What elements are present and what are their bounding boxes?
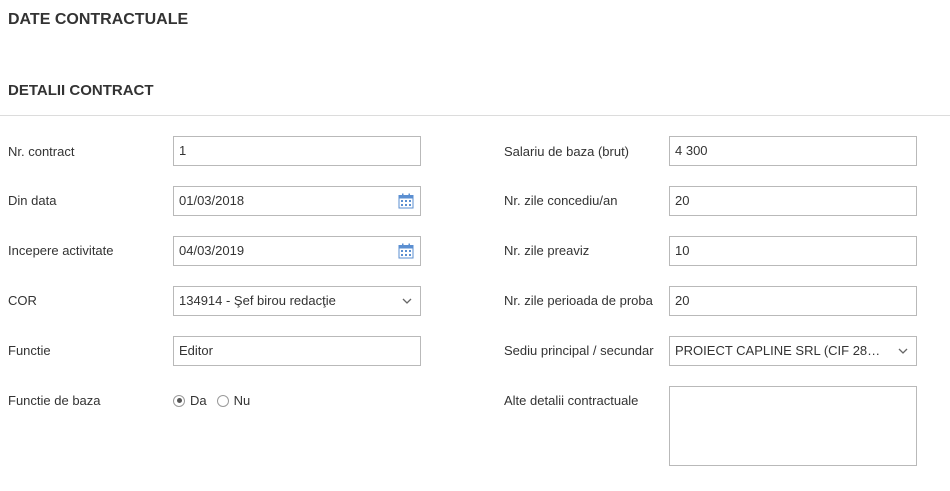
cor-value: 134914 - Şef birou redacţie <box>179 293 336 308</box>
functie-value: Editor <box>179 343 213 358</box>
radio-nu-label: Nu <box>233 393 251 408</box>
zile-concediu-label: Nr. zile concediu/an <box>504 193 618 208</box>
functie-baza-label: Functie de baza <box>8 393 101 408</box>
section-divider <box>0 115 950 116</box>
zile-preaviz-input[interactable]: 10 <box>669 236 917 266</box>
radio-option-da[interactable]: Da <box>173 393 207 408</box>
functie-input[interactable]: Editor <box>173 336 421 366</box>
functie-label: Functie <box>8 343 51 358</box>
zile-proba-label: Nr. zile perioada de proba <box>504 293 653 308</box>
cor-select[interactable]: 134914 - Şef birou redacţie <box>173 286 421 316</box>
zile-preaviz-value: 10 <box>675 243 690 258</box>
zile-proba-input[interactable]: 20 <box>669 286 917 316</box>
nr-contract-value: 1 <box>179 143 187 158</box>
cor-label: COR <box>8 293 37 308</box>
nr-contract-input[interactable]: 1 <box>173 136 421 166</box>
radio-option-nu[interactable]: Nu <box>216 393 251 408</box>
zile-proba-value: 20 <box>675 293 690 308</box>
din-data-input[interactable]: 01/03/2018 <box>173 186 421 216</box>
chevron-down-icon <box>402 298 412 304</box>
radio-da[interactable] <box>173 394 185 407</box>
calendar-icon[interactable] <box>398 243 414 259</box>
page-title: DATE CONTRACTUALE <box>8 11 189 28</box>
salariu-input[interactable]: 4 300 <box>669 136 917 166</box>
chevron-down-icon <box>898 348 908 354</box>
din-data-label: Din data <box>8 193 57 208</box>
sediu-value: PROIECT CAPLINE SRL (CIF 285228... <box>675 343 885 358</box>
functie-baza-radio-group: Da Nu <box>173 393 260 408</box>
radio-da-label: Da <box>190 393 207 408</box>
zile-concediu-input[interactable]: 20 <box>669 186 917 216</box>
alte-detalii-label: Alte detalii contractuale <box>504 393 639 408</box>
zile-concediu-value: 20 <box>675 193 690 208</box>
incepere-label: Incepere activitate <box>8 243 114 258</box>
alte-detalii-textarea[interactable] <box>669 386 917 466</box>
incepere-value: 04/03/2019 <box>179 243 245 258</box>
salariu-value: 4 300 <box>675 143 708 158</box>
incepere-input[interactable]: 04/03/2019 <box>173 236 421 266</box>
section-title: DETALII CONTRACT <box>8 82 154 99</box>
calendar-icon[interactable] <box>398 193 414 209</box>
salariu-label: Salariu de baza (brut) <box>504 144 630 159</box>
sediu-select[interactable]: PROIECT CAPLINE SRL (CIF 285228... <box>669 336 917 366</box>
zile-preaviz-label: Nr. zile preaviz <box>504 243 590 258</box>
radio-nu[interactable] <box>216 394 229 407</box>
nr-contract-label: Nr. contract <box>8 144 75 159</box>
sediu-label: Sediu principal / secundar <box>504 343 654 358</box>
din-data-value: 01/03/2018 <box>179 193 245 208</box>
